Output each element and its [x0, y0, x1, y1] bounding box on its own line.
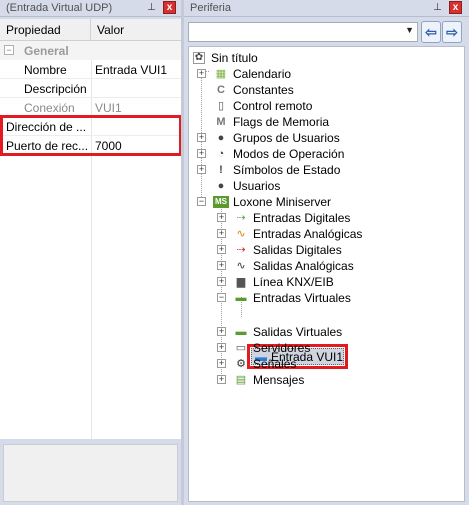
user-group-icon: ● [217, 132, 225, 144]
tree-item-label: Entradas Analógicas [253, 227, 363, 241]
server-icon: ▭ [235, 342, 247, 354]
tree-item-label: Grupos de Usuarios [233, 131, 340, 145]
knx-icon: ▆ [236, 276, 246, 288]
tree-item-label: Salidas Virtuales [253, 325, 343, 339]
periphery-tree[interactable]: ✿ Sin título + ▦ Calendario C Constantes… [188, 46, 465, 502]
property-key: Conexión [24, 101, 75, 115]
expand-icon[interactable]: + [217, 359, 226, 368]
collapse-icon[interactable]: − [217, 293, 226, 302]
status-symbol-icon: ! [219, 164, 223, 176]
project-icon: ✿ [193, 52, 205, 64]
highlight-box [0, 115, 182, 156]
tree-item-label: Señales [253, 357, 297, 371]
expand-icon[interactable]: + [217, 375, 226, 384]
property-grid-header: Propiedad Valor [0, 19, 181, 41]
expand-icon[interactable]: + [217, 245, 226, 254]
virtual-input-icon: ▬ [235, 292, 247, 304]
chevron-down-icon[interactable]: ▼ [405, 25, 414, 35]
digital-input-icon: ⇢ [236, 212, 246, 224]
message-icon: ▤ [235, 374, 247, 386]
periphery-toolbar: ▼ ⇦ ⇨ [184, 19, 469, 45]
property-description-area [3, 444, 178, 502]
periphery-title: Periferia [190, 2, 231, 14]
close-icon[interactable]: x [163, 1, 176, 14]
periphery-panel: Periferia ⊥ x ▼ ⇦ ⇨ ✿ Sin título + ▦ Cal… [184, 0, 469, 505]
expand-icon[interactable]: + [217, 213, 226, 222]
pin-icon[interactable]: ⊥ [432, 2, 443, 14]
property-grid: − General Nombre Entrada VUI1 Descripció… [0, 41, 181, 439]
digital-output-icon: ⇢ [236, 244, 246, 256]
tree-item-label: Mensajes [253, 373, 305, 387]
signal-icon: ⚙ [236, 358, 246, 370]
periphery-filter-combo[interactable]: ▼ [188, 22, 418, 42]
expand-icon[interactable]: + [197, 69, 206, 78]
tree-item-label: Constantes [233, 83, 294, 97]
periphery-titlebar: Periferia ⊥ x [184, 0, 469, 17]
collapse-icon[interactable]: − [197, 197, 206, 206]
tree-item-label: Loxone Miniserver [233, 195, 332, 209]
tree-item-label: Flags de Memoria [233, 115, 330, 129]
properties-title: (Entrada Virtual UDP) [6, 2, 113, 14]
miniserver-icon: MS [213, 196, 229, 208]
forward-button[interactable]: ⇨ [442, 21, 462, 43]
category-general[interactable]: − General [0, 41, 181, 60]
category-label: General [24, 44, 69, 58]
virtual-output-icon: ▬ [235, 326, 247, 338]
tree-item-label: Símbolos de Estado [233, 163, 341, 177]
tree-item-label: Salidas Analógicas [253, 259, 354, 273]
tree-item-label: Salidas Digitales [253, 243, 342, 257]
expand-icon[interactable]: + [197, 133, 206, 142]
column-header-property[interactable]: Propiedad [0, 19, 91, 41]
property-row-nombre[interactable]: Nombre Entrada VUI1 [0, 60, 181, 79]
properties-titlebar: (Entrada Virtual UDP) ⊥ x [0, 0, 181, 17]
expand-icon[interactable]: + [217, 343, 226, 352]
expand-icon[interactable]: + [217, 277, 226, 286]
expand-icon[interactable]: + [197, 149, 206, 158]
back-button[interactable]: ⇦ [421, 21, 441, 43]
expand-icon[interactable]: + [217, 327, 226, 336]
collapse-icon[interactable]: − [4, 45, 14, 55]
property-key: Descripción [24, 82, 87, 96]
tree-item-label: Entradas Virtuales [253, 291, 351, 305]
property-value: VUI1 [95, 101, 122, 115]
tree-item-label: Control remoto [233, 99, 313, 113]
tree-item-label: Calendario [233, 67, 292, 81]
constant-icon: C [217, 84, 225, 96]
tree-item-label: Usuarios [233, 179, 281, 193]
property-row-descripcion[interactable]: Descripción [0, 79, 181, 98]
expand-icon[interactable]: + [217, 229, 226, 238]
tree-item-label: Servidores [253, 341, 311, 355]
tree-item-label: Modos de Operación [233, 147, 345, 161]
tree-root-label: Sin título [211, 51, 258, 65]
user-icon: ● [217, 180, 225, 192]
column-header-value[interactable]: Valor [91, 19, 181, 41]
analog-output-icon: ∿ [236, 260, 246, 272]
memory-flag-icon: M [216, 116, 226, 128]
analog-input-icon: ∿ [236, 228, 246, 240]
calendar-icon: ▦ [215, 68, 227, 80]
properties-panel: (Entrada Virtual UDP) ⊥ x Propiedad Valo… [0, 0, 182, 505]
tree-item-label: Línea KNX/EIB [253, 275, 334, 289]
property-key: Nombre [24, 63, 67, 77]
tree-item-label: Entradas Digitales [253, 211, 351, 225]
expand-icon[interactable]: + [197, 165, 206, 174]
operating-mode-icon: ◔ [217, 148, 225, 160]
pin-icon[interactable]: ⊥ [146, 2, 157, 14]
remote-icon: ▯ [217, 100, 225, 112]
expand-icon[interactable]: + [217, 261, 226, 270]
property-value[interactable]: Entrada VUI1 [95, 63, 167, 77]
close-icon[interactable]: x [449, 1, 462, 14]
